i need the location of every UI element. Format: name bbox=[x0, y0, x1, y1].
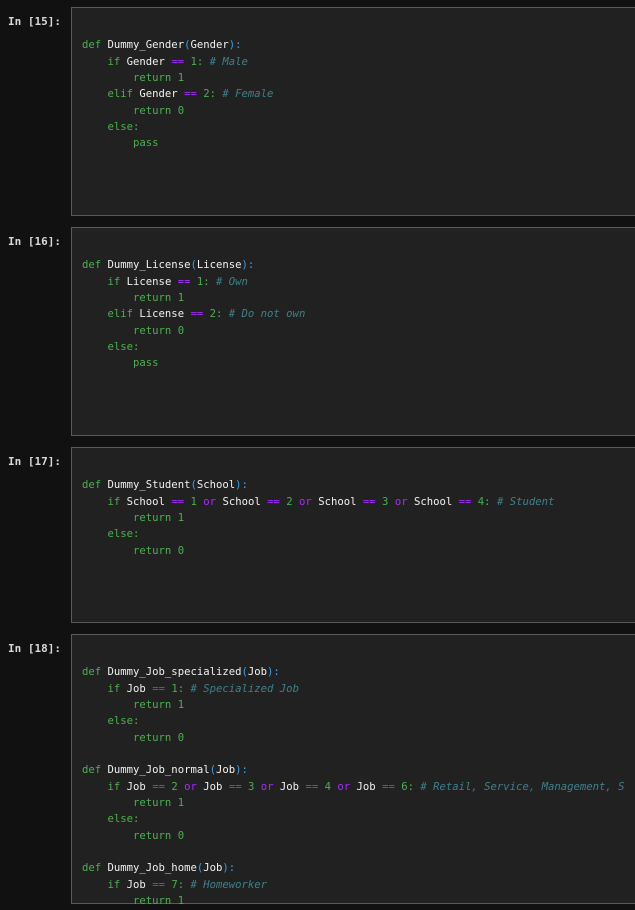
code-cell-17[interactable]: In [17]: ​ def Dummy_Student(School): if … bbox=[0, 447, 635, 623]
code-line: else: bbox=[107, 813, 140, 826]
code-line: if Gender == 1: # Male bbox=[107, 55, 248, 68]
code-line: pass bbox=[133, 357, 159, 370]
code-line: def Dummy_Job_specialized(Job): bbox=[82, 666, 280, 679]
code-line: return 0 bbox=[133, 829, 185, 842]
code-cell-15[interactable]: In [15]: ​ def Dummy_Gender(Gender): if G… bbox=[0, 7, 635, 216]
code-line: return 1 bbox=[133, 512, 185, 525]
code-line: return 1 bbox=[133, 72, 185, 85]
code-line: return 0 bbox=[133, 544, 185, 557]
code-editor[interactable]: ​ def Dummy_Gender(Gender): if Gender == … bbox=[71, 7, 635, 216]
code-line: ​ bbox=[82, 241, 635, 257]
code-line: if School == 1 or School == 2 or School … bbox=[107, 495, 555, 508]
code-line: ​ bbox=[82, 648, 635, 664]
code-line: else: bbox=[107, 341, 140, 354]
code-line: if Job == 2 or Job == 3 or Job == 4 or J… bbox=[107, 780, 625, 793]
code-line: else: bbox=[107, 528, 140, 541]
code-line: return 0 bbox=[133, 731, 185, 744]
code-line: if License == 1: # Own bbox=[107, 275, 248, 288]
code-line: def Dummy_Job_home(Job): bbox=[82, 862, 236, 875]
code-line: return 1 bbox=[133, 292, 185, 305]
code-line: elif License == 2: # Do not own bbox=[107, 308, 306, 321]
code-line: ​ bbox=[82, 746, 635, 762]
code-line: def Dummy_License(License): bbox=[82, 259, 255, 272]
code-line: ​ bbox=[82, 21, 635, 37]
code-line: ​ bbox=[82, 844, 635, 860]
code-line: pass bbox=[133, 137, 159, 150]
code-line: return 1 bbox=[133, 797, 185, 810]
code-cell-16[interactable]: In [16]: ​ def Dummy_License(License): if… bbox=[0, 227, 635, 436]
code-line: ​ bbox=[82, 461, 635, 477]
code-line: return 1 bbox=[133, 895, 185, 908]
code-line: if Job == 7: # Homeworker bbox=[107, 878, 268, 891]
code-line: def Dummy_Student(School): bbox=[82, 479, 248, 492]
code-line: def Dummy_Job_normal(Job): bbox=[82, 764, 248, 777]
cell-prompt: In [17]: bbox=[8, 455, 61, 468]
code-cell-18[interactable]: In [18]: ​ def Dummy_Job_specialized(Job)… bbox=[0, 634, 635, 907]
code-line: if Job == 1: # Specialized Job bbox=[107, 682, 299, 695]
cell-prompt: In [15]: bbox=[8, 15, 61, 28]
code-line: else: bbox=[107, 121, 140, 134]
code-editor[interactable]: ​ def Dummy_License(License): if License … bbox=[71, 227, 635, 436]
code-line: return 1 bbox=[133, 699, 185, 712]
code-line: return 0 bbox=[133, 104, 185, 117]
code-line: elif Gender == 2: # Female bbox=[107, 88, 274, 101]
cell-prompt: In [18]: bbox=[8, 642, 61, 655]
code-line: def Dummy_Gender(Gender): bbox=[82, 39, 242, 52]
code-line: else: bbox=[107, 715, 140, 728]
code-line: return 0 bbox=[133, 324, 185, 337]
code-editor[interactable]: ​ def Dummy_Student(School): if School ==… bbox=[71, 447, 635, 623]
code-editor[interactable]: ​ def Dummy_Job_specialized(Job): if Job … bbox=[71, 634, 635, 907]
cell-prompt: In [16]: bbox=[8, 235, 61, 248]
